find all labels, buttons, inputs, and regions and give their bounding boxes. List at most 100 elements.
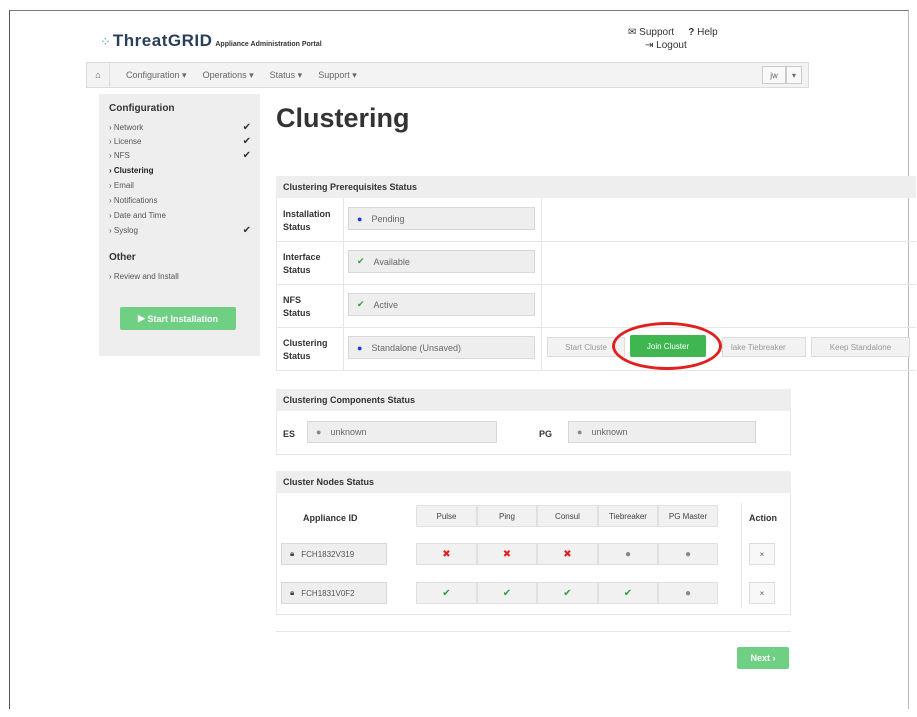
es-status-field: ● unknown — [307, 421, 497, 443]
status-dot-icon: ● — [598, 543, 658, 565]
sidebar-item-review-install[interactable]: › Review and Install — [109, 272, 251, 281]
next-label: Next — [750, 653, 770, 663]
home-icon[interactable]: ⌂ — [87, 63, 110, 87]
sidebar-item-label: Date and Time — [113, 211, 166, 220]
nav-configuration[interactable]: Configuration ▾ — [126, 70, 187, 81]
components-border-left — [276, 411, 277, 454]
installation-status-field: ● Pending — [348, 207, 535, 230]
nav-configuration-label: Configuration — [126, 69, 180, 80]
logout-link[interactable]: ⇥ Logout — [645, 40, 718, 51]
start-installation-label: Start Installation — [147, 313, 218, 324]
help-label: Help — [697, 27, 718, 38]
checkmark-icon: ✔ — [357, 299, 365, 309]
sidebar-item-syslog[interactable]: › Syslog ✔ — [109, 225, 251, 236]
column-header-consul: Consul — [537, 505, 598, 527]
nav-operations[interactable]: Operations ▾ — [203, 70, 254, 81]
nav-support[interactable]: Support ▾ — [318, 70, 357, 81]
checkmark-icon: ✔ — [416, 582, 477, 604]
lock-icon: 🔒︎ — [290, 549, 295, 558]
status-dot-icon: ● — [357, 213, 363, 224]
nodes-border-bottom — [276, 614, 791, 615]
components-border-right — [790, 411, 791, 454]
nfs-status-label: NFS Status — [283, 295, 311, 318]
checkmark-icon: ✔ — [242, 136, 251, 147]
es-status-value: unknown — [330, 427, 367, 437]
nodes-action-divider — [741, 503, 742, 608]
logout-icon: ⇥ — [645, 40, 654, 51]
components-panel-heading: Clustering Components Status — [276, 389, 791, 411]
logout-label: Logout — [656, 40, 687, 51]
checkmark-icon: ✔ — [242, 122, 251, 133]
nav-operations-label: Operations — [202, 69, 247, 80]
user-button[interactable]: jw — [762, 66, 786, 84]
appliance-id-field: 🔒︎ FCH1831V0F2 — [281, 582, 387, 604]
top-navbar: ⌂ Configuration ▾ Operations ▾ Status ▾ … — [86, 62, 809, 88]
pg-label: PG — [539, 429, 553, 439]
threatgrid-logo-icon: ⁘ — [100, 34, 111, 49]
installation-status-value: Pending — [371, 213, 405, 224]
remove-node-button[interactable]: × — [749, 543, 775, 565]
status-dot-icon: ● — [658, 543, 718, 565]
components-border-bottom — [276, 454, 791, 455]
appliance-id-value: FCH1832V319 — [301, 549, 355, 559]
sidebar-item-clustering[interactable]: › Clustering — [109, 166, 251, 175]
interface-status-label: Interface Status — [283, 252, 321, 275]
clustering-status-field: ● Standalone (Unsaved) — [348, 336, 535, 359]
es-label: ES — [283, 429, 296, 439]
checkmark-icon: ✔ — [242, 150, 251, 161]
sidebar-item-label: License — [113, 137, 142, 146]
clustering-status-label: Clustering Status — [283, 338, 328, 361]
sidebar-item-nfs[interactable]: › NFS ✔ — [109, 150, 251, 161]
make-tiebreaker-button[interactable]: lake Tiebreaker — [722, 337, 806, 357]
row-divider — [276, 241, 916, 242]
nav-status[interactable]: Status ▾ — [270, 70, 303, 81]
brand: ⁘ ThreatGRID Appliance Administration Po… — [100, 31, 322, 51]
action-header: Action — [749, 513, 777, 523]
sidebar-item-network[interactable]: › Network ✔ — [109, 122, 251, 133]
keep-standalone-button[interactable]: Keep Standalone — [811, 337, 910, 357]
highlight-circle — [612, 322, 722, 370]
chevron-down-icon[interactable]: ▾ — [786, 66, 802, 84]
column-header-pulse: Pulse — [416, 505, 477, 527]
chevron-right-icon: › — [772, 653, 776, 663]
logo-text: ThreatGRID — [112, 31, 213, 50]
column-header-tiebreaker: Tiebreaker — [598, 505, 658, 527]
nav-support-label: Support — [318, 69, 350, 80]
sidebar-other-heading: Other — [109, 252, 136, 263]
status-dot-icon: ● — [577, 427, 583, 437]
row-divider — [276, 327, 916, 328]
next-button[interactable]: Next › — [737, 647, 789, 669]
status-x-icon: ✖ — [416, 543, 477, 565]
sidebar-item-notifications[interactable]: › Notifications — [109, 196, 251, 205]
top-links: ✉ Support ? Help ⇥ Logout — [628, 27, 718, 51]
column-header-pg-master: PG Master — [658, 505, 718, 527]
sidebar-item-label: Notifications — [113, 196, 158, 205]
play-icon: ▶ — [138, 313, 145, 323]
installation-status-label: Installation Status — [283, 209, 331, 232]
start-installation-button[interactable]: ▶ Start Installation — [120, 307, 236, 330]
checkmark-icon: ✔ — [537, 582, 598, 604]
nodes-border-right — [790, 493, 791, 614]
interface-status-field: ✔ Available — [348, 250, 535, 273]
sidebar-item-date-time[interactable]: › Date and Time — [109, 211, 251, 220]
pg-status-field: ● unknown — [568, 421, 756, 443]
sidebar-item-license[interactable]: › License ✔ — [109, 136, 251, 147]
help-link[interactable]: ? Help — [688, 27, 717, 38]
checkmark-icon: ✔ — [598, 582, 658, 604]
nfs-status-value: Active — [373, 299, 399, 310]
checkmark-icon: ✔ — [242, 225, 251, 236]
sidebar-item-email[interactable]: › Email — [109, 181, 251, 190]
remove-node-button[interactable]: × — [749, 582, 775, 604]
status-dot-icon: ● — [357, 342, 363, 353]
nav-status-label: Status — [269, 69, 296, 80]
sidebar: Configuration › Network ✔ › License ✔ › NF… — [99, 94, 260, 356]
appliance-id-value: FCH1831V0F2 — [301, 588, 355, 598]
support-link[interactable]: ✉ Support — [628, 27, 674, 38]
status-x-icon: ✖ — [477, 543, 537, 565]
sidebar-item-label: Network — [113, 123, 144, 132]
row-divider — [276, 370, 916, 371]
sidebar-item-label: Review and Install — [113, 272, 179, 281]
user-menu[interactable]: jw ▾ — [762, 66, 802, 84]
checkmark-icon: ✔ — [357, 256, 365, 266]
envelope-icon: ✉ — [628, 27, 637, 38]
